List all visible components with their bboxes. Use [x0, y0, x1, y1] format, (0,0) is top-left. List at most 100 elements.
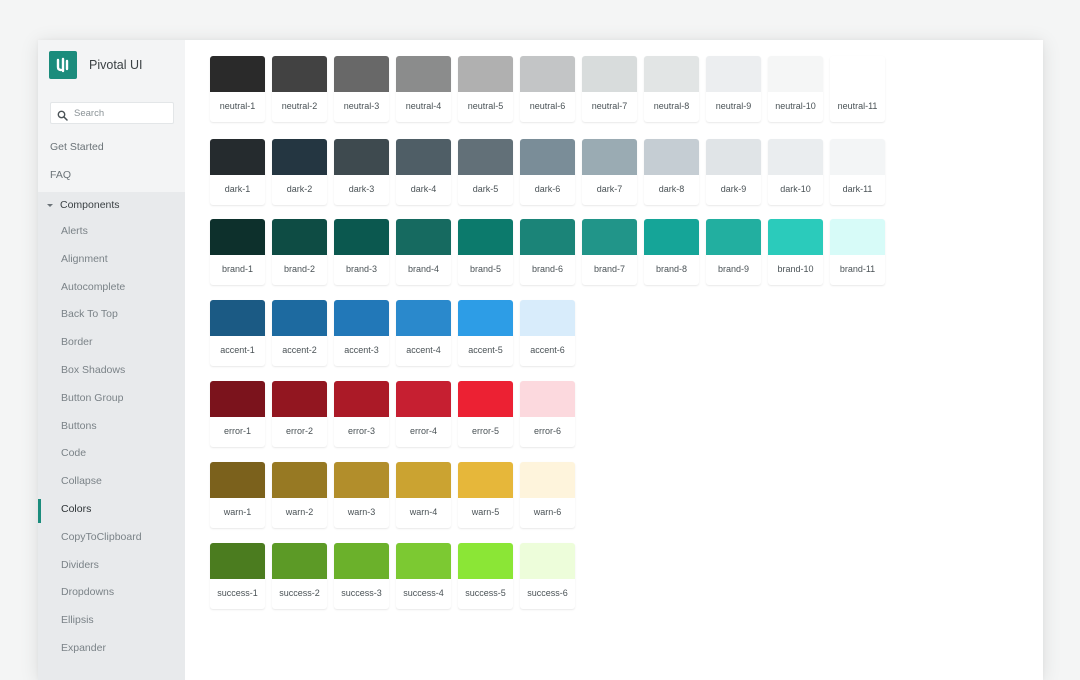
color-card-brand-10[interactable]: brand-10	[768, 219, 823, 285]
search-box[interactable]	[50, 102, 174, 124]
sidebar-item-code[interactable]: Code	[38, 440, 185, 468]
sidebar-item-colors[interactable]: Colors	[38, 496, 185, 524]
color-card-error-2[interactable]: error-2	[272, 381, 327, 447]
color-card-error-3[interactable]: error-3	[334, 381, 389, 447]
color-card-warn-2[interactable]: warn-2	[272, 462, 327, 528]
color-swatch	[706, 139, 761, 175]
color-card-accent-5[interactable]: accent-5	[458, 300, 513, 366]
color-label: success-5	[465, 588, 506, 598]
palette-row-accent: accent-1 accent-2 accent-3 accent-4 accent-5…	[210, 300, 1043, 366]
color-card-dark-10[interactable]: dark-10	[768, 139, 823, 205]
color-card-error-6[interactable]: error-6	[520, 381, 575, 447]
color-card-error-5[interactable]: error-5	[458, 381, 513, 447]
color-card-accent-4[interactable]: accent-4	[396, 300, 451, 366]
color-label: brand-4	[407, 264, 440, 274]
color-label: error-6	[533, 426, 561, 436]
palette-row-warn: warn-1 warn-2 warn-3 warn-4 warn-5 warn-6	[210, 462, 1043, 528]
color-card-dark-4[interactable]: dark-4	[396, 139, 451, 205]
app-title: Pivotal UI	[89, 58, 143, 72]
color-card-neutral-6[interactable]: neutral-6	[520, 56, 575, 122]
color-card-error-4[interactable]: error-4	[396, 381, 451, 447]
color-card-warn-5[interactable]: warn-5	[458, 462, 513, 528]
color-card-neutral-3[interactable]: neutral-3	[334, 56, 389, 122]
sidebar-item-collapse[interactable]: Collapse	[38, 468, 185, 496]
color-label: warn-1	[223, 507, 252, 517]
color-card-dark-3[interactable]: dark-3	[334, 139, 389, 205]
color-card-brand-2[interactable]: brand-2	[272, 219, 327, 285]
sidebar-item-back-to-top[interactable]: Back To Top	[38, 301, 185, 329]
color-card-warn-6[interactable]: warn-6	[520, 462, 575, 528]
sidebar-item-button-group[interactable]: Button Group	[38, 385, 185, 413]
color-card-brand-1[interactable]: brand-1	[210, 219, 265, 285]
color-card-success-3[interactable]: success-3	[334, 543, 389, 609]
color-swatch	[768, 56, 823, 92]
color-card-error-1[interactable]: error-1	[210, 381, 265, 447]
color-card-warn-1[interactable]: warn-1	[210, 462, 265, 528]
color-card-dark-11[interactable]: dark-11	[830, 139, 885, 205]
color-card-warn-4[interactable]: warn-4	[396, 462, 451, 528]
color-card-brand-8[interactable]: brand-8	[644, 219, 699, 285]
color-card-accent-6[interactable]: accent-6	[520, 300, 575, 366]
color-card-accent-1[interactable]: accent-1	[210, 300, 265, 366]
pivotal-logo-icon	[49, 51, 77, 79]
color-card-neutral-2[interactable]: neutral-2	[272, 56, 327, 122]
color-label: brand-1	[221, 264, 254, 274]
color-card-success-4[interactable]: success-4	[396, 543, 451, 609]
sidebar-item-dropdowns[interactable]: Dropdowns	[38, 579, 185, 607]
sidebar-item-alerts[interactable]: Alerts	[38, 218, 185, 246]
color-card-neutral-4[interactable]: neutral-4	[396, 56, 451, 122]
color-label: error-2	[285, 426, 313, 436]
color-swatch	[334, 543, 389, 579]
sidebar-item-expander[interactable]: Expander	[38, 635, 185, 663]
color-card-brand-11[interactable]: brand-11	[830, 219, 885, 285]
color-card-neutral-1[interactable]: neutral-1	[210, 56, 265, 122]
sidebar-item-ellipsis[interactable]: Ellipsis	[38, 607, 185, 635]
color-card-brand-4[interactable]: brand-4	[396, 219, 451, 285]
sidebar-item-alignment[interactable]: Alignment	[38, 246, 185, 274]
color-card-dark-6[interactable]: dark-6	[520, 139, 575, 205]
sidebar-item-border[interactable]: Border	[38, 329, 185, 357]
sidebar-item-buttons[interactable]: Buttons	[38, 413, 185, 441]
color-label: accent-3	[344, 345, 379, 355]
color-card-neutral-10[interactable]: neutral-10	[768, 56, 823, 122]
color-card-dark-1[interactable]: dark-1	[210, 139, 265, 205]
color-card-neutral-7[interactable]: neutral-7	[582, 56, 637, 122]
color-label: brand-6	[531, 264, 564, 274]
color-card-brand-6[interactable]: brand-6	[520, 219, 575, 285]
sidebar-item-copytoclipboard[interactable]: CopyToClipboard	[38, 524, 185, 552]
sidebar-item-faq[interactable]: FAQ	[38, 161, 185, 189]
sidebar-item-box-shadows[interactable]: Box Shadows	[38, 357, 185, 385]
sidebar-item-get-started[interactable]: Get Started	[38, 133, 185, 161]
color-swatch	[334, 219, 389, 255]
color-card-success-6[interactable]: success-6	[520, 543, 575, 609]
color-swatch	[458, 300, 513, 336]
color-label: neutral-10	[775, 101, 816, 111]
color-card-dark-2[interactable]: dark-2	[272, 139, 327, 205]
color-card-success-2[interactable]: success-2	[272, 543, 327, 609]
color-card-accent-3[interactable]: accent-3	[334, 300, 389, 366]
components-section-toggle[interactable]: Components	[38, 192, 185, 218]
color-card-neutral-11[interactable]: neutral-11	[830, 56, 885, 122]
color-label: accent-6	[530, 345, 565, 355]
color-card-brand-9[interactable]: brand-9	[706, 219, 761, 285]
color-card-accent-2[interactable]: accent-2	[272, 300, 327, 366]
color-card-brand-3[interactable]: brand-3	[334, 219, 389, 285]
color-card-success-5[interactable]: success-5	[458, 543, 513, 609]
color-card-dark-9[interactable]: dark-9	[706, 139, 761, 205]
color-card-brand-7[interactable]: brand-7	[582, 219, 637, 285]
color-card-dark-5[interactable]: dark-5	[458, 139, 513, 205]
color-label: neutral-11	[837, 101, 878, 111]
brand-header[interactable]: Pivotal UI	[38, 40, 185, 90]
color-swatch	[272, 543, 327, 579]
search-input[interactable]	[74, 107, 164, 119]
color-card-success-1[interactable]: success-1	[210, 543, 265, 609]
color-card-neutral-5[interactable]: neutral-5	[458, 56, 513, 122]
sidebar-item-autocomplete[interactable]: Autocomplete	[38, 274, 185, 302]
color-card-neutral-8[interactable]: neutral-8	[644, 56, 699, 122]
color-card-brand-5[interactable]: brand-5	[458, 219, 513, 285]
color-card-dark-7[interactable]: dark-7	[582, 139, 637, 205]
color-card-warn-3[interactable]: warn-3	[334, 462, 389, 528]
color-card-neutral-9[interactable]: neutral-9	[706, 56, 761, 122]
color-card-dark-8[interactable]: dark-8	[644, 139, 699, 205]
sidebar-item-dividers[interactable]: Dividers	[38, 552, 185, 580]
